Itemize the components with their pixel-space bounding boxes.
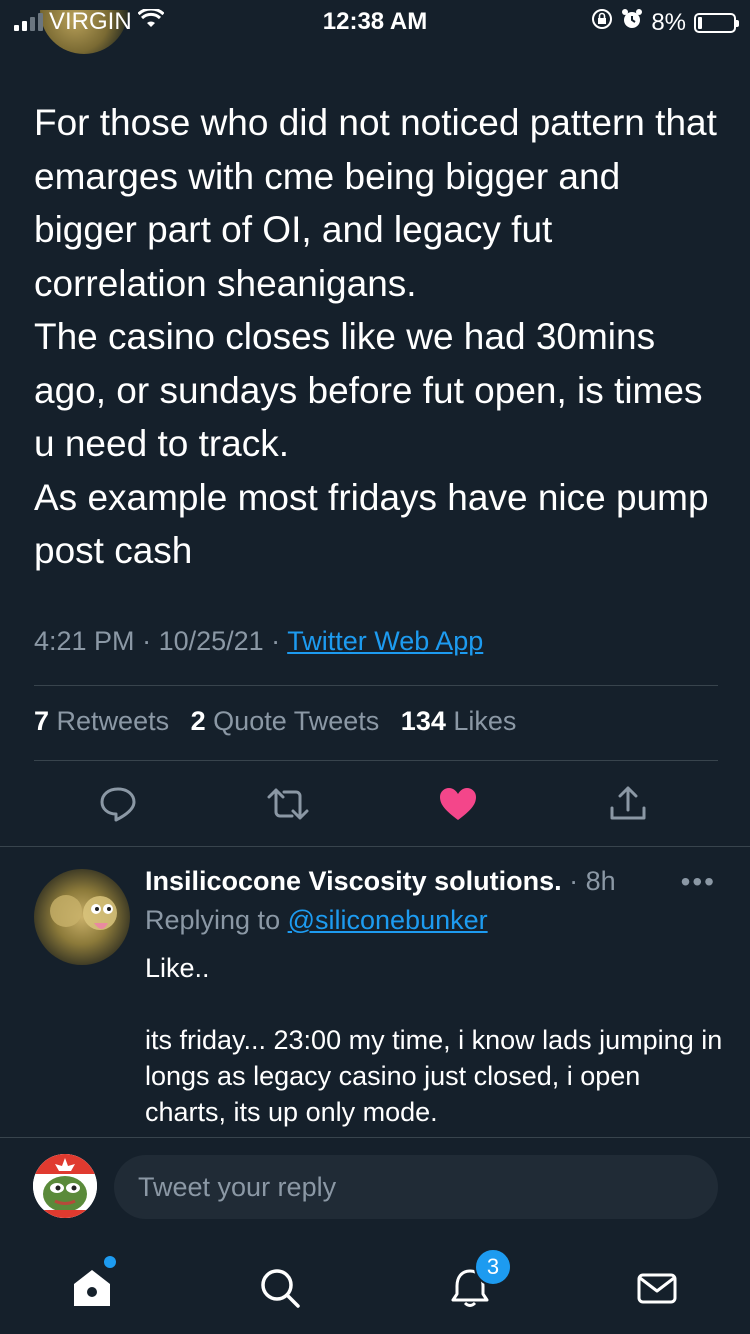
tweet-source-link[interactable]: Twitter Web App bbox=[287, 626, 483, 656]
reply-text: Like.. its friday... 23:00 my time, i kn… bbox=[145, 953, 723, 1127]
battery-icon bbox=[694, 12, 739, 33]
divider bbox=[0, 846, 750, 847]
tweet-stats: 7 Retweets 2 Quote Tweets 134 Likes bbox=[34, 706, 516, 737]
replying-to: Replying to @siliconebunker bbox=[145, 905, 488, 935]
tweet-meta: 4:21 PM · 10/25/21 · Twitter Web App bbox=[34, 626, 484, 656]
status-bar: VIRGIN 12:38 AM 8% bbox=[0, 0, 750, 54]
battery-percent: 8% bbox=[651, 8, 686, 36]
home-icon bbox=[74, 1270, 110, 1306]
reply-button[interactable] bbox=[92, 778, 144, 830]
retweet-button[interactable] bbox=[262, 778, 314, 830]
quote-tweets-stat[interactable]: 2 Quote Tweets bbox=[191, 706, 380, 736]
divider bbox=[34, 760, 718, 761]
tweet-actions bbox=[0, 778, 750, 830]
share-button[interactable] bbox=[602, 778, 654, 830]
tweet-text: For those who did not noticed pattern th… bbox=[34, 102, 717, 571]
reply-input[interactable]: Tweet your reply bbox=[114, 1155, 718, 1219]
notifications-badge: 3 bbox=[474, 1248, 512, 1286]
more-options-icon[interactable]: ••• bbox=[681, 866, 716, 898]
alarm-icon bbox=[621, 8, 643, 37]
tab-search[interactable] bbox=[250, 1258, 310, 1318]
tweet-date: 10/25/21 bbox=[158, 626, 264, 656]
share-icon bbox=[610, 786, 646, 820]
orientation-lock-icon bbox=[591, 8, 613, 37]
tab-bar: 3 bbox=[0, 1240, 750, 1334]
reply-time: · 8h bbox=[561, 866, 616, 896]
retweets-stat[interactable]: 7 Retweets bbox=[34, 706, 169, 736]
new-content-dot bbox=[104, 1256, 116, 1268]
divider bbox=[34, 685, 718, 686]
tweet-time: 4:21 PM bbox=[34, 626, 135, 656]
my-avatar[interactable] bbox=[33, 1154, 97, 1218]
tab-home[interactable] bbox=[62, 1256, 122, 1318]
likes-stat[interactable]: 134 Likes bbox=[401, 706, 517, 736]
tab-messages[interactable] bbox=[627, 1258, 687, 1318]
mail-icon bbox=[637, 1273, 677, 1304]
tab-notifications[interactable]: 3 bbox=[440, 1248, 512, 1318]
reply-icon bbox=[100, 787, 136, 822]
search-icon bbox=[261, 1269, 300, 1308]
replying-to-handle[interactable]: @siliconebunker bbox=[288, 905, 488, 935]
retweet-icon bbox=[267, 788, 309, 820]
like-button[interactable] bbox=[432, 778, 484, 830]
reply-author-avatar[interactable] bbox=[34, 869, 130, 965]
reply-author-name[interactable]: Insilicocone Viscosity solutions. bbox=[145, 866, 562, 896]
heart-icon bbox=[440, 788, 476, 820]
